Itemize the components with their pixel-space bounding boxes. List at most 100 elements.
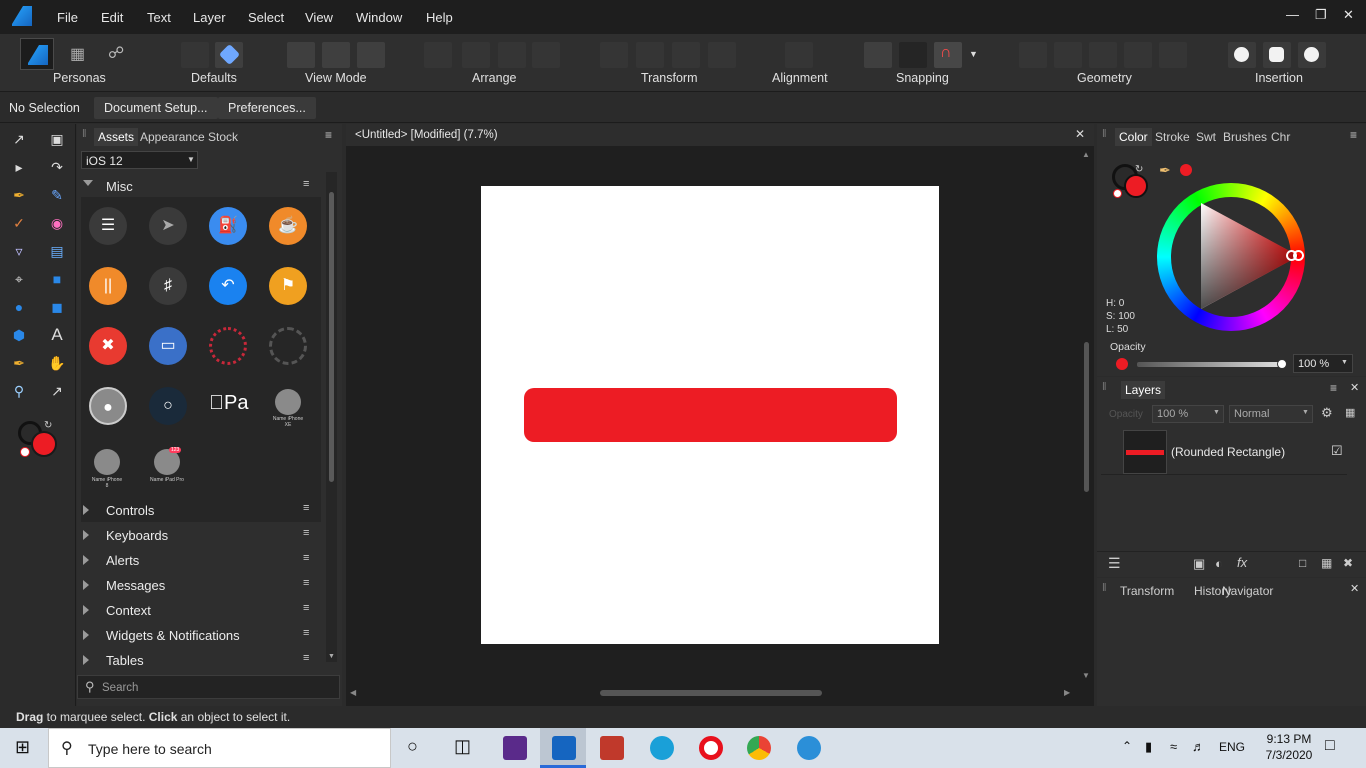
insert-behind-button[interactable] bbox=[1228, 42, 1256, 68]
view-mode-3-button[interactable] bbox=[357, 42, 385, 68]
zoom-tool-icon[interactable]: ⚲ bbox=[8, 380, 30, 402]
asset-apple-pay-icon[interactable]: Pa bbox=[209, 392, 248, 415]
gradient-tool-icon[interactable]: ↗ bbox=[46, 380, 68, 402]
chevron-up-icon[interactable]: ⌃ bbox=[1122, 739, 1132, 753]
arrange-back-button[interactable] bbox=[424, 42, 452, 68]
arrange-backward-button[interactable] bbox=[462, 42, 490, 68]
affinity-photo-taskbar-icon[interactable] bbox=[503, 736, 527, 760]
canvas-hscroll-thumb[interactable] bbox=[600, 690, 822, 696]
minimize-icon[interactable]: — bbox=[1286, 7, 1299, 22]
layer-opacity-select[interactable]: 100 % ▼ bbox=[1152, 405, 1224, 423]
asset-name-avatar-1-icon[interactable] bbox=[94, 449, 120, 475]
pixel-persona-icon[interactable]: ▦ bbox=[70, 44, 90, 64]
scroll-down-icon[interactable]: ▼ bbox=[1082, 671, 1090, 680]
asset-avatar-icon[interactable]: ● bbox=[89, 387, 127, 425]
geometry-add-button[interactable] bbox=[1019, 42, 1047, 68]
category-tables[interactable]: Tables ≡ bbox=[77, 648, 321, 673]
windows-start-icon[interactable]: ⊞ bbox=[15, 737, 30, 758]
asset-list-icon[interactable]: ☰ bbox=[89, 207, 127, 245]
designer-persona-button[interactable] bbox=[20, 38, 54, 70]
category-menu-icon[interactable]: ≡ bbox=[303, 552, 309, 564]
geometry-xor-button[interactable] bbox=[1124, 42, 1152, 68]
panel-grip-icon[interactable]: ‖ bbox=[1102, 582, 1107, 594]
view-tool-icon[interactable]: ✋ bbox=[46, 352, 68, 374]
menu-layer[interactable]: Layer bbox=[193, 10, 226, 25]
default-colors-button[interactable] bbox=[215, 42, 243, 68]
no-color-icon[interactable] bbox=[1113, 189, 1122, 198]
notifications-icon[interactable]: □ bbox=[1325, 737, 1335, 755]
ellipse-tool-icon[interactable]: ● bbox=[8, 296, 30, 318]
export-persona-icon[interactable]: ☍ bbox=[108, 43, 130, 65]
transparency-tool-icon[interactable]: ▿ bbox=[8, 240, 30, 262]
scroll-left-icon[interactable]: ◀ bbox=[350, 688, 356, 697]
asset-location-icon[interactable]: ➤ bbox=[149, 207, 187, 245]
asset-coffee-icon[interactable]: ☕ bbox=[269, 207, 307, 245]
document-tab[interactable]: <Untitled> [Modified] (7.7%) ✕ bbox=[346, 124, 1094, 146]
menu-view[interactable]: View bbox=[305, 10, 333, 25]
pen-tool-icon[interactable]: ✒ bbox=[8, 184, 30, 206]
battery-icon[interactable]: ▮ bbox=[1145, 739, 1152, 755]
transform-1-button[interactable] bbox=[600, 42, 628, 68]
adjustment-icon[interactable]: ◐ bbox=[1215, 556, 1223, 571]
asset-spinner-icon[interactable] bbox=[269, 327, 307, 365]
assets-scrollbar-thumb[interactable] bbox=[329, 192, 334, 482]
pencil-tool-icon[interactable]: ✎ bbox=[46, 184, 68, 206]
assets-scrollbar[interactable]: ▼ bbox=[326, 172, 337, 662]
asset-volume-icon[interactable]: ♯ bbox=[149, 267, 187, 305]
volume-icon[interactable]: ♬ bbox=[1192, 739, 1205, 754]
shape-tool-icon[interactable]: ⬢ bbox=[8, 324, 30, 346]
gear-icon[interactable]: ⚙ bbox=[1321, 405, 1333, 421]
mask-icon[interactable]: ▣ bbox=[1193, 556, 1205, 572]
opacity-slider-handle[interactable] bbox=[1277, 359, 1287, 369]
asset-fuel-icon[interactable]: ⛽ bbox=[209, 207, 247, 245]
lock-icon[interactable]: ▦ bbox=[1345, 406, 1355, 419]
tab-character[interactable]: Chr bbox=[1267, 128, 1294, 146]
close-transform-icon[interactable]: ✕ bbox=[1350, 582, 1359, 595]
snapping-grid-button[interactable] bbox=[864, 42, 892, 68]
edge-beta-taskbar-icon[interactable] bbox=[797, 736, 821, 760]
scroll-up-icon[interactable]: ▲ bbox=[1082, 150, 1090, 159]
taskbar-date[interactable]: 7/3/2020 bbox=[1259, 748, 1319, 762]
layers-panel-menu-icon[interactable]: ≡ bbox=[1330, 381, 1337, 395]
taskbar-search[interactable]: ⚲ Type here to search bbox=[48, 728, 391, 768]
taskbar-time[interactable]: 9:13 PM bbox=[1259, 732, 1319, 746]
asset-fingerprint-icon[interactable] bbox=[209, 327, 247, 365]
scroll-down-icon[interactable]: ▼ bbox=[328, 653, 335, 660]
panel-grip-icon[interactable]: ‖ bbox=[1102, 381, 1107, 393]
move-tool-icon[interactable]: ↗ bbox=[8, 128, 30, 150]
asset-reply-icon[interactable]: ↶ bbox=[209, 267, 247, 305]
affinity-publisher-taskbar-icon[interactable] bbox=[600, 736, 624, 760]
artboard-tool-icon[interactable]: ▣ bbox=[46, 128, 68, 150]
layer-row[interactable]: (Rounded Rectangle) ☑ bbox=[1101, 429, 1347, 475]
asset-restaurant-icon[interactable]: || bbox=[89, 267, 127, 305]
category-menu-icon[interactable]: ≡ bbox=[303, 178, 309, 190]
category-context[interactable]: Context ≡ bbox=[77, 598, 321, 623]
panel-grip-icon[interactable]: ‖ bbox=[1102, 128, 1107, 140]
color-panel-menu-icon[interactable]: ≡ bbox=[1350, 128, 1357, 142]
scroll-right-icon[interactable]: ▶ bbox=[1064, 688, 1070, 697]
trash-icon[interactable]: ✖ bbox=[1343, 556, 1353, 570]
transform-4-button[interactable] bbox=[708, 42, 736, 68]
tab-color[interactable]: Color bbox=[1115, 128, 1152, 146]
rounded-rectangle-shape[interactable] bbox=[524, 388, 897, 442]
rectangle-tool-icon[interactable]: ■ bbox=[46, 268, 68, 290]
tab-layers[interactable]: Layers bbox=[1121, 381, 1166, 399]
alignment-button[interactable] bbox=[785, 42, 813, 68]
insert-top-button[interactable] bbox=[1263, 42, 1291, 68]
fill-swatch[interactable] bbox=[1124, 174, 1148, 198]
node-tool-icon[interactable]: ▸ bbox=[8, 156, 30, 178]
defaults-button[interactable] bbox=[181, 42, 209, 68]
vector-brush-tool-icon[interactable]: ✓ bbox=[8, 212, 30, 234]
layer-visibility-checkbox[interactable]: ☑ bbox=[1331, 443, 1343, 459]
blend-mode-select[interactable]: Normal ▼ bbox=[1229, 405, 1313, 423]
category-controls[interactable]: Controls ≡ bbox=[77, 498, 321, 523]
menu-edit[interactable]: Edit bbox=[101, 10, 123, 25]
menu-help[interactable]: Help bbox=[426, 10, 453, 25]
view-mode-2-button[interactable] bbox=[322, 42, 350, 68]
category-menu-icon[interactable]: ≡ bbox=[303, 652, 309, 664]
insert-inside-button[interactable] bbox=[1298, 42, 1326, 68]
chrome-taskbar-icon[interactable] bbox=[747, 736, 771, 760]
category-menu-icon[interactable]: ≡ bbox=[303, 577, 309, 589]
restore-icon[interactable]: ❐ bbox=[1315, 7, 1327, 23]
tab-brushes[interactable]: Brushes bbox=[1219, 128, 1271, 146]
